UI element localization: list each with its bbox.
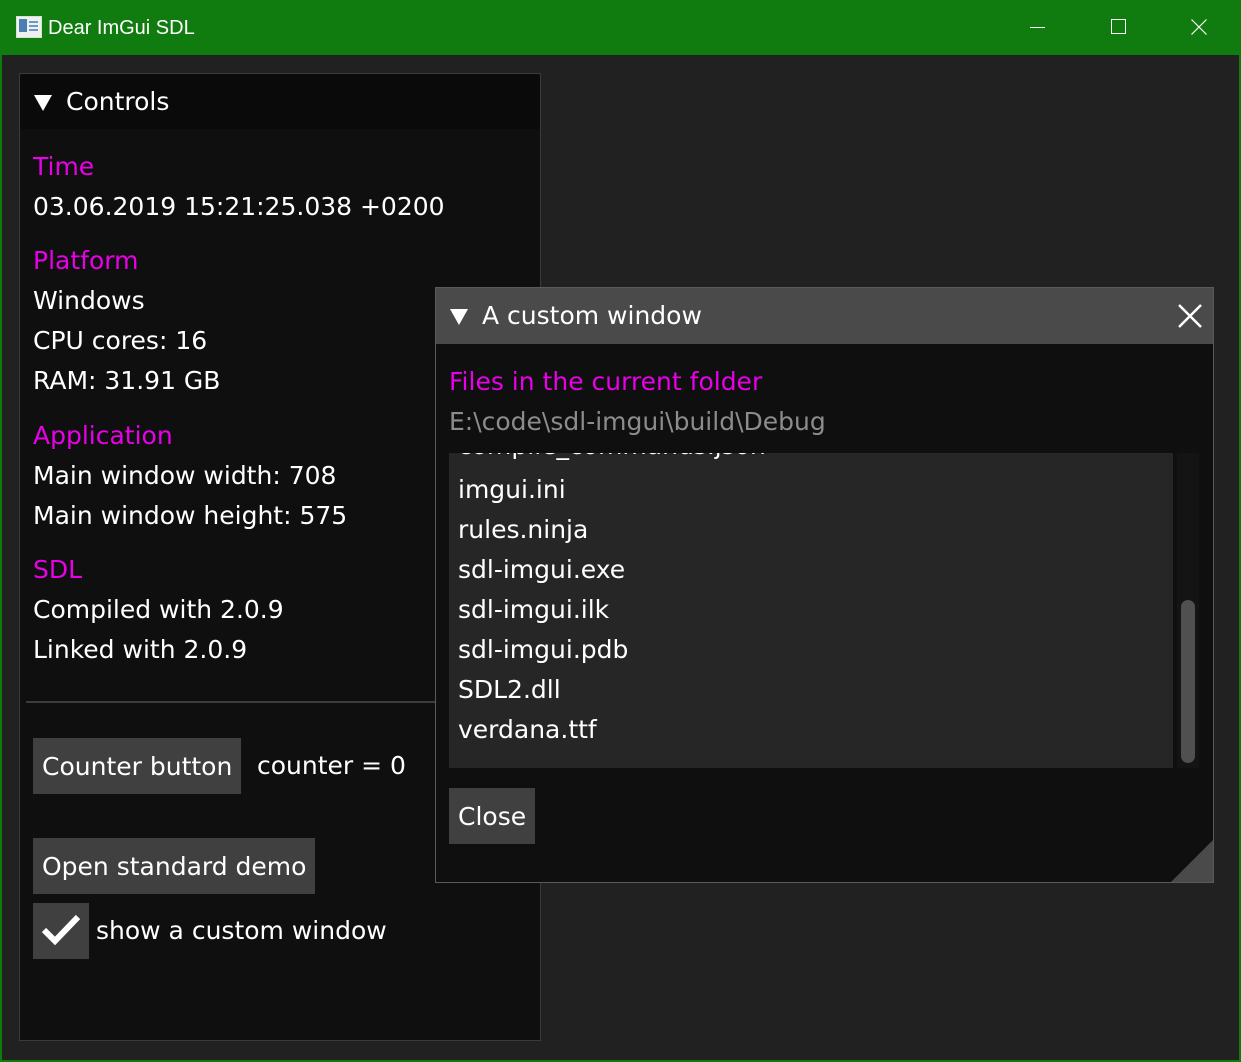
close-icon <box>1191 19 1207 35</box>
separator <box>26 701 446 703</box>
checkmark-icon <box>41 914 81 946</box>
counter-text: counter = 0 <box>257 751 406 780</box>
app-icon <box>16 16 42 38</box>
main-window-height: Main window height: 575 <box>33 501 348 530</box>
resize-grip[interactable] <box>1171 840 1213 882</box>
platform-header: Platform <box>33 246 139 275</box>
sdl-header: SDL <box>33 555 83 584</box>
ram-info: RAM: 31.91 GB <box>33 366 221 395</box>
custom-window: A custom window Files in the current fol… <box>435 287 1214 883</box>
list-item[interactable]: imgui.ini <box>458 474 566 506</box>
list-item[interactable]: rules.ninja <box>458 514 588 546</box>
close-icon <box>1178 304 1202 328</box>
controls-title: Controls <box>66 87 170 116</box>
maximize-button[interactable] <box>1078 0 1158 55</box>
list-item[interactable]: verdana.ttf <box>458 714 597 746</box>
custom-window-title: A custom window <box>482 301 702 330</box>
close-button[interactable]: Close <box>449 788 536 844</box>
collapse-triangle-icon[interactable] <box>34 95 52 111</box>
sdl-linked: Linked with 2.0.9 <box>33 635 248 664</box>
app-title: Dear ImGui SDL <box>48 17 195 39</box>
open-standard-demo-button[interactable]: Open standard demo <box>33 838 316 894</box>
application-header: Application <box>33 421 173 450</box>
list-item[interactable]: compile_commands.json <box>458 453 766 462</box>
time-value: 03.06.2019 15:21:25.038 +0200 <box>33 192 445 221</box>
list-item[interactable]: SDL2.dll <box>458 674 561 706</box>
file-list-scrollbar[interactable] <box>1177 453 1199 768</box>
counter-button[interactable]: Counter button <box>33 738 242 794</box>
minimize-button[interactable] <box>998 0 1078 55</box>
list-item[interactable]: sdl-imgui.exe <box>458 554 625 586</box>
file-list[interactable]: compile_commands.json imgui.ini rules.ni… <box>449 453 1173 768</box>
sdl-compiled: Compiled with 2.0.9 <box>33 595 284 624</box>
time-header: Time <box>33 152 95 181</box>
current-path: E:\code\sdl-imgui\build\Debug <box>449 407 826 436</box>
files-header: Files in the current folder <box>449 367 763 396</box>
platform-os: Windows <box>33 286 145 315</box>
scrollbar-thumb[interactable] <box>1181 600 1195 763</box>
close-window-button[interactable] <box>1174 300 1206 332</box>
app-titlebar[interactable]: Dear ImGui SDL <box>0 0 1241 55</box>
list-item[interactable]: sdl-imgui.pdb <box>458 634 628 666</box>
custom-window-title-bar[interactable]: A custom window <box>436 288 1213 344</box>
collapse-triangle-icon[interactable] <box>450 309 468 325</box>
controls-title-bar[interactable]: Controls <box>20 74 540 129</box>
show-custom-window-checkbox[interactable] <box>33 903 89 959</box>
main-window-width: Main window width: 708 <box>33 461 337 490</box>
show-custom-window-label[interactable]: show a custom window <box>96 915 387 947</box>
close-app-button[interactable] <box>1159 0 1239 55</box>
cpu-cores: CPU cores: 16 <box>33 326 208 355</box>
list-item[interactable]: sdl-imgui.ilk <box>458 594 609 626</box>
